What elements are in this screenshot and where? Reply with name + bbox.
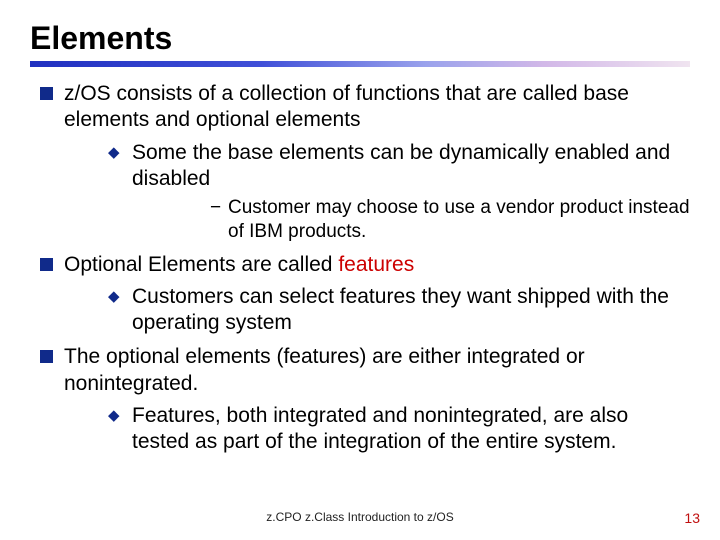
bullet-3-1-text: Features, both integrated and nonintegra… <box>132 404 628 453</box>
bullet-2-text-pre: Optional Elements are called <box>64 253 338 276</box>
bullet-3-1: Features, both integrated and nonintegra… <box>64 403 690 456</box>
bullet-2: Optional Elements are called features Cu… <box>30 252 690 337</box>
bullet-2-text-red: features <box>338 253 414 276</box>
page-number: 13 <box>684 510 700 526</box>
bullet-1-1-text: Some the base elements can be dynamicall… <box>132 141 670 190</box>
slide-content: z/OS consists of a collection of functio… <box>30 81 690 455</box>
footer-text: z.CPO z.Class Introduction to z/OS <box>0 510 720 524</box>
slide-title: Elements <box>30 20 690 57</box>
bullet-1-1: Some the base elements can be dynamicall… <box>64 140 690 244</box>
bullet-2-1: Customers can select features they want … <box>64 284 690 337</box>
title-rule <box>30 61 690 67</box>
bullet-1-1-1: Customer may choose to use a vendor prod… <box>132 196 690 244</box>
bullet-1-text: z/OS consists of a collection of functio… <box>64 82 629 131</box>
bullet-1-1-1-text: Customer may choose to use a vendor prod… <box>228 197 690 242</box>
slide: Elements z/OS consists of a collection o… <box>0 0 720 540</box>
bullet-2-1-text: Customers can select features they want … <box>132 285 669 334</box>
bullet-3: The optional elements (features) are eit… <box>30 344 690 455</box>
bullet-3-text: The optional elements (features) are eit… <box>64 345 585 394</box>
bullet-1: z/OS consists of a collection of functio… <box>30 81 690 244</box>
